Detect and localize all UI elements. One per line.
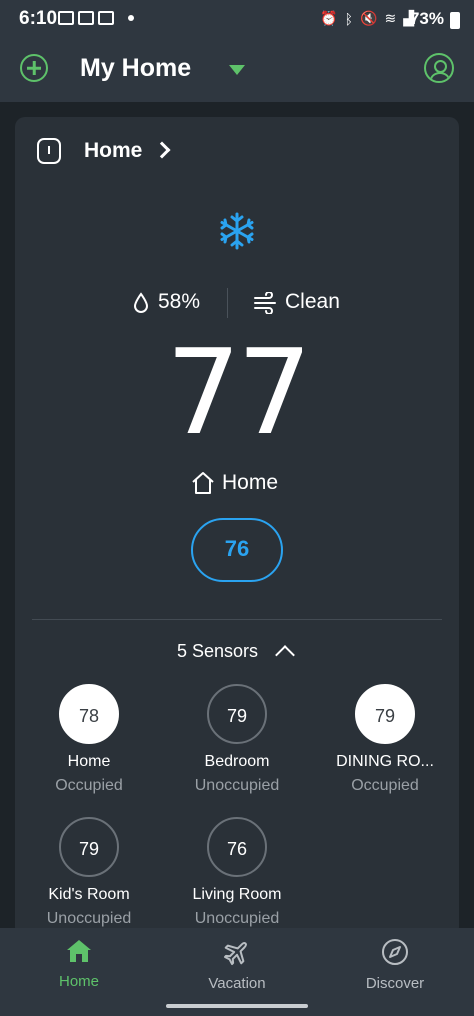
bottom-nav: Home Vacation Discover	[0, 928, 474, 1016]
sensor-temp: 76	[207, 817, 267, 877]
sensor-name: Bedroom	[204, 753, 270, 770]
nav-discover[interactable]: Discover	[330, 938, 460, 992]
sensor-tile[interactable]: 78 Home Occupied	[15, 684, 163, 814]
nav-home[interactable]: Home	[14, 938, 144, 990]
system-icons: ⏰ ᛒ 🔇 ≋ ▟	[320, 10, 414, 27]
more-notifications-dot-icon	[128, 15, 134, 21]
air-quality-wind-icon	[254, 292, 276, 314]
comfort-mode[interactable]: Home	[15, 469, 459, 499]
comfort-mode-label: Home	[222, 471, 279, 494]
sensor-status: Occupied	[351, 777, 419, 794]
status-bar: 6:10 ⏰ ᛒ 🔇 ≋ ▟ 73%	[0, 0, 474, 40]
sensor-name: DINING RO...	[336, 753, 434, 770]
nav-discover-label: Discover	[365, 975, 425, 992]
sensor-tile[interactable]: 79 DINING RO... Occupied	[311, 684, 459, 814]
sensors-toggle[interactable]: 5 Sensors	[15, 641, 459, 665]
alarm-icon: ⏰	[320, 10, 338, 26]
house-icon	[67, 940, 91, 962]
thermostat-title[interactable]: Home	[84, 139, 142, 163]
current-temperature: 77	[165, 323, 312, 461]
mute-icon: 🔇	[360, 10, 378, 26]
airplane-icon	[223, 942, 247, 966]
sensor-temp: 79	[355, 684, 415, 744]
sensor-temp: 78	[59, 684, 119, 744]
house-outline-icon	[192, 472, 214, 494]
sensor-status: Unoccupied	[194, 777, 280, 794]
profile-icon[interactable]	[424, 53, 454, 83]
sensor-status: Unoccupied	[194, 910, 280, 927]
gesture-home-bar[interactable]	[166, 1004, 308, 1008]
nav-vacation[interactable]: Vacation	[172, 938, 302, 992]
linkedin-notification-icon	[78, 11, 94, 25]
card-divider	[32, 619, 442, 620]
battery-icon	[450, 12, 460, 29]
thermostat-card: Home 58% Clean 77 Home 76 5 Sensors 78 H…	[15, 117, 459, 937]
wifi-icon: ≋	[384, 10, 397, 26]
add-plus-icon[interactable]	[20, 54, 48, 82]
humidity-value: 58%	[158, 290, 201, 313]
screen: 6:10 ⏰ ᛒ 🔇 ≋ ▟ 73% My Home Home 58% Clea…	[0, 0, 474, 1016]
sensor-tile[interactable]: 79 Bedroom Unoccupied	[163, 684, 311, 814]
nav-vacation-label: Vacation	[208, 975, 266, 992]
notification-icons	[58, 11, 134, 25]
snowflake-icon	[220, 212, 254, 250]
sensors-count-label: 5 Sensors	[177, 641, 259, 661]
air-quality-value: Clean	[285, 290, 340, 313]
indoor-conditions: 58% Clean	[15, 288, 459, 318]
bluetooth-icon: ᛒ	[344, 10, 354, 27]
sensor-temp: 79	[207, 684, 267, 744]
battery-percent: 73%	[409, 9, 444, 28]
sensor-name: Home	[67, 753, 111, 770]
setpoint-button[interactable]: 76	[191, 518, 283, 582]
divider	[227, 288, 228, 318]
caret-down-icon[interactable]	[229, 65, 245, 75]
sensor-status: Occupied	[55, 777, 123, 794]
humidity-drop-icon	[133, 292, 149, 313]
outlook-notification-icon	[58, 11, 74, 25]
outlook-notification-icon-2	[98, 11, 114, 25]
app-header: My Home	[0, 40, 474, 102]
sensor-status: Unoccupied	[46, 910, 132, 927]
thermostat-icon	[37, 138, 61, 164]
sensor-name: Kid's Room	[48, 886, 130, 903]
chevron-up-icon	[275, 645, 295, 665]
chevron-right-icon[interactable]	[153, 141, 171, 159]
home-selector-title[interactable]: My Home	[80, 54, 191, 83]
sensor-name: Living Room	[192, 886, 282, 903]
status-time: 6:10	[19, 8, 58, 29]
compass-icon	[382, 939, 408, 965]
nav-home-label: Home	[58, 973, 99, 990]
sensor-temp: 79	[59, 817, 119, 877]
